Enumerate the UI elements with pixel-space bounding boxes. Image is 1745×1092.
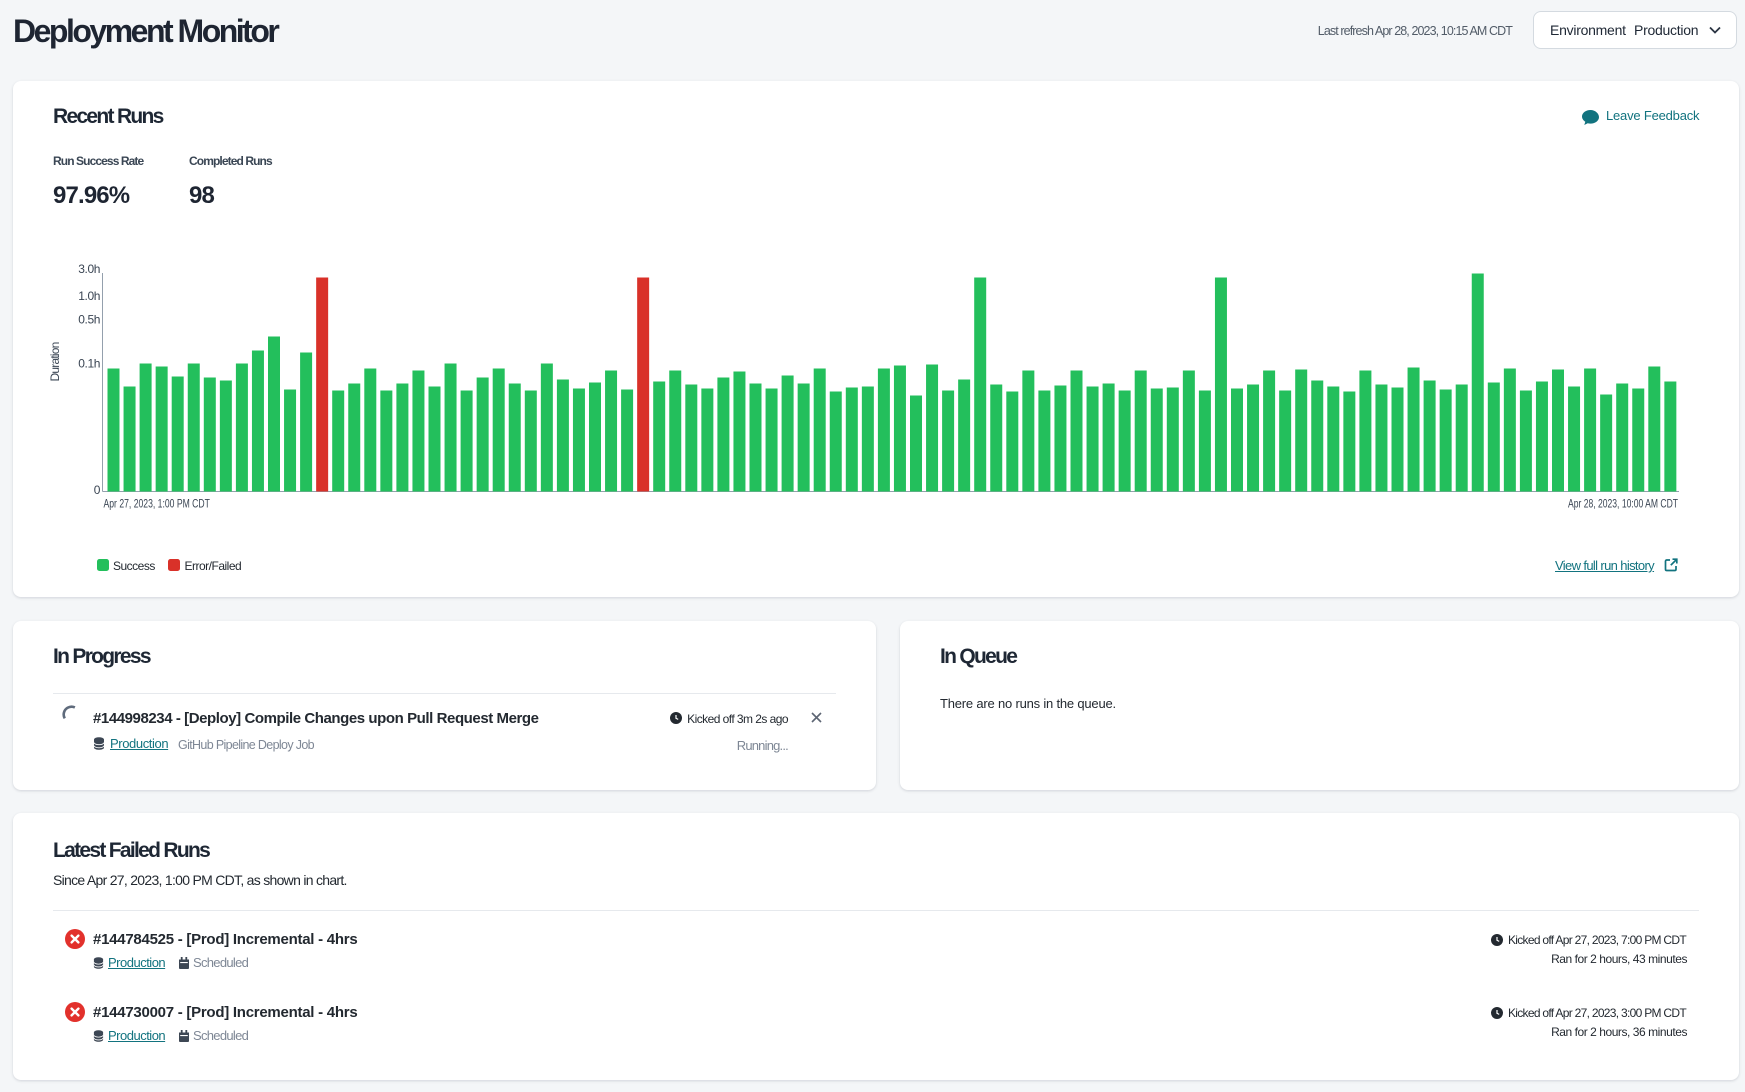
svg-text:Apr 28, 2023, 10:00 AM CDT: Apr 28, 2023, 10:00 AM CDT: [1568, 497, 1678, 511]
svg-text:0: 0: [94, 483, 101, 497]
svg-text:Duration: Duration: [48, 342, 62, 381]
svg-text:0.1h: 0.1h: [78, 357, 100, 371]
svg-text:3.0h: 3.0h: [78, 262, 100, 276]
svg-text:0.5h: 0.5h: [78, 313, 100, 327]
svg-text:Apr 27, 2023, 1:00 PM CDT: Apr 27, 2023, 1:00 PM CDT: [104, 497, 211, 511]
svg-text:1.0h: 1.0h: [78, 289, 100, 303]
